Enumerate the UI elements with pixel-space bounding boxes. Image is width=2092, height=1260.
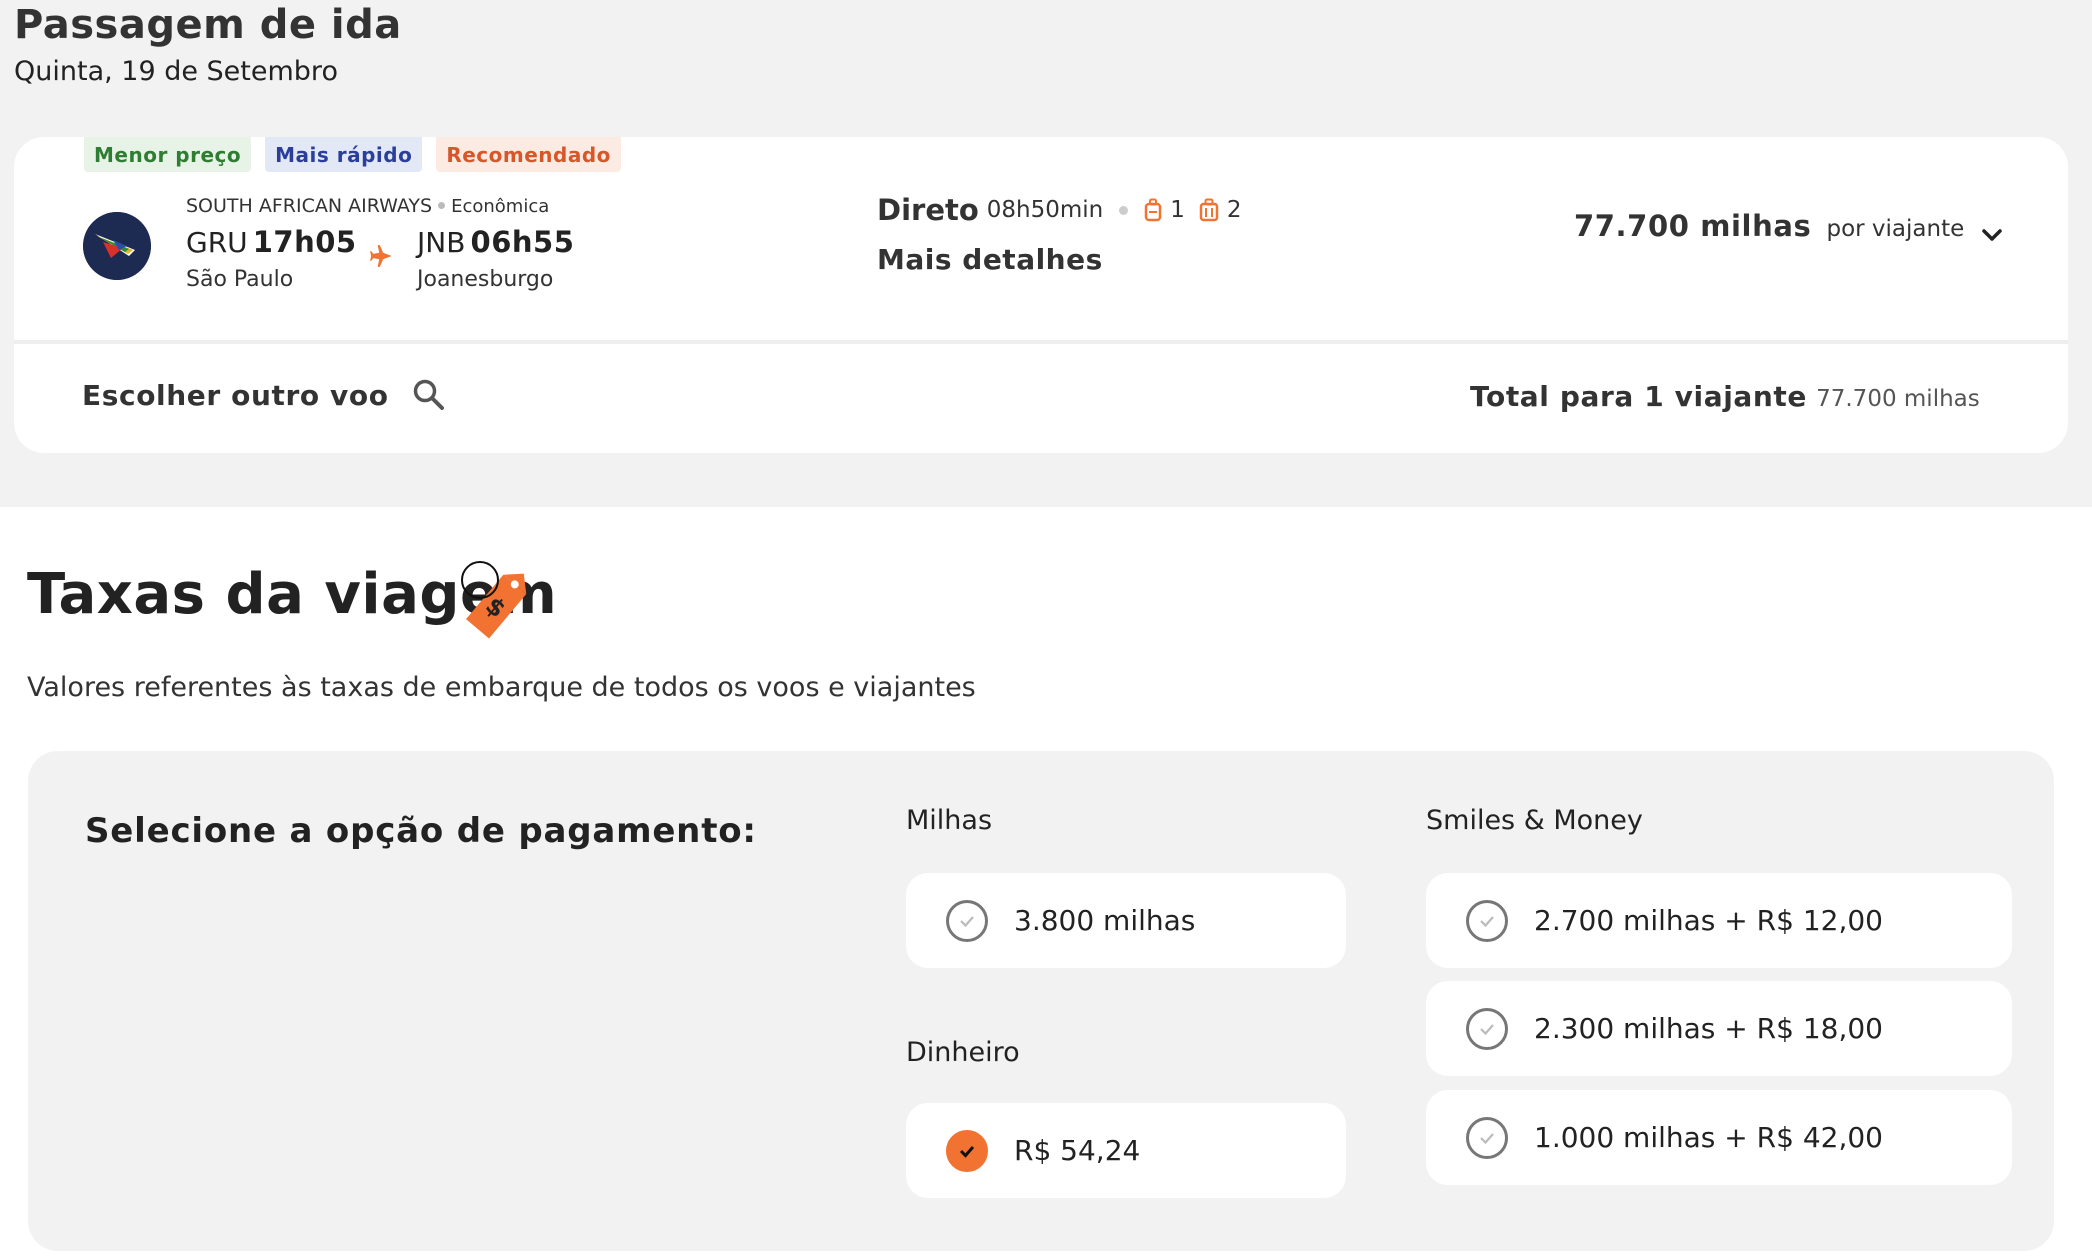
total: Total para 1 viajante 77.700 milhas (1470, 380, 1980, 413)
flight-section: Passagem de ida Quinta, 19 de Setembro M… (0, 0, 2092, 507)
suitcase-icon (1199, 198, 1219, 222)
departure-time: 17h05 (252, 225, 357, 259)
radio-checked[interactable] (946, 1129, 988, 1172)
radio-unchecked[interactable] (946, 899, 988, 942)
total-value: 77.700 milhas (1816, 386, 1980, 412)
check-icon (1480, 1132, 1494, 1144)
cabin-class: Econômica (451, 196, 550, 217)
dot-separator (438, 202, 446, 209)
smiles-money-option[interactable]: 2.700 milhas + R$ 12,00 (1426, 873, 2012, 968)
chevron-down-icon[interactable] (1974, 217, 2010, 253)
departure-code: GRU (186, 226, 248, 259)
price-miles: 77.700 milhas (1574, 209, 1812, 243)
arrival: JNB 06h55 Joanesburgo (417, 225, 574, 292)
card-divider (14, 340, 2068, 344)
flight-card[interactable]: Menor preço Mais rápido Recomendado SOUT… (14, 137, 2068, 453)
check-icon (1480, 915, 1494, 927)
radio-unchecked[interactable] (1466, 1007, 1508, 1050)
price-per-traveler: por viajante (1826, 216, 1965, 242)
duration: 08h50min (986, 197, 1104, 223)
money-column-title: Dinheiro (906, 1037, 1020, 1068)
payment-panel: Selecione a opção de pagamento: Milhas 3… (28, 751, 2054, 1251)
badge-fastest: Mais rápido (265, 137, 423, 172)
check-icon (960, 915, 974, 927)
miles-option-label: 3.800 milhas (1014, 904, 1196, 937)
badge-recommended: Recomendado (436, 137, 621, 172)
choose-other-flight-label: Escolher outro voo (82, 378, 389, 412)
airplane-icon (370, 245, 392, 267)
checked-bag-info: 2 (1199, 197, 1242, 223)
departure-city: São Paulo (186, 267, 294, 292)
airline-info: SOUTH AFRICAN AIRWAYS Econômica (186, 195, 549, 217)
smiles-money-option-label: 1.000 milhas + R$ 42,00 (1534, 1121, 1883, 1154)
departure: GRU 17h05 São Paulo (186, 225, 357, 292)
mouse-cursor (461, 561, 499, 599)
airline-name: SOUTH AFRICAN AIRWAYS (186, 195, 433, 217)
taxes-description: Valores referentes às taxas de embarque … (27, 672, 976, 703)
carry-on-count: 1 (1170, 197, 1185, 223)
arrival-time: 06h55 (470, 225, 575, 259)
choose-other-flight-button[interactable]: Escolher outro voo (82, 377, 447, 413)
flight-summary: Direto 08h50min 1 2 (877, 193, 1256, 227)
arrival-city: Joanesburgo (417, 267, 554, 292)
money-option-label: R$ 54,24 (1014, 1134, 1141, 1167)
more-details-link[interactable]: Mais detalhes (877, 243, 1103, 276)
airline-logo (83, 212, 151, 280)
payment-heading: Selecione a opção de pagamento: (85, 811, 757, 851)
search-icon (413, 379, 444, 410)
smiles-money-option[interactable]: 1.000 milhas + R$ 42,00 (1426, 1090, 2012, 1185)
check-icon (1480, 1023, 1494, 1035)
money-option[interactable]: R$ 54,24 (906, 1103, 1346, 1198)
dot-separator (1119, 205, 1129, 215)
smiles-money-option-label: 2.700 milhas + R$ 12,00 (1534, 904, 1883, 937)
checked-bag-count: 2 (1226, 197, 1242, 223)
smiles-money-option[interactable]: 2.300 milhas + R$ 18,00 (1426, 981, 2012, 1076)
carry-on-info: 1 (1144, 197, 1185, 223)
check-icon (959, 1145, 975, 1158)
miles-option[interactable]: 3.800 milhas (906, 873, 1346, 968)
arrival-code: JNB (417, 226, 466, 259)
radio-unchecked[interactable] (1466, 1116, 1508, 1159)
price: 77.700 milhas por viajante (1574, 209, 1964, 243)
smiles-money-column-title: Smiles & Money (1426, 805, 1643, 836)
backpack-icon (1145, 198, 1162, 222)
badge-lowest-price: Menor preço (84, 137, 252, 172)
smiles-money-option-label: 2.300 milhas + R$ 18,00 (1534, 1012, 1883, 1045)
flight-date: Quinta, 19 de Setembro (14, 56, 338, 87)
stops-label: Direto (877, 193, 979, 227)
radio-unchecked[interactable] (1466, 899, 1508, 942)
badges: Menor preço Mais rápido Recomendado (84, 137, 621, 172)
total-label: Total para 1 viajante (1470, 380, 1808, 413)
miles-column-title: Milhas (906, 805, 993, 836)
page-title: Passagem de ida (14, 2, 402, 48)
